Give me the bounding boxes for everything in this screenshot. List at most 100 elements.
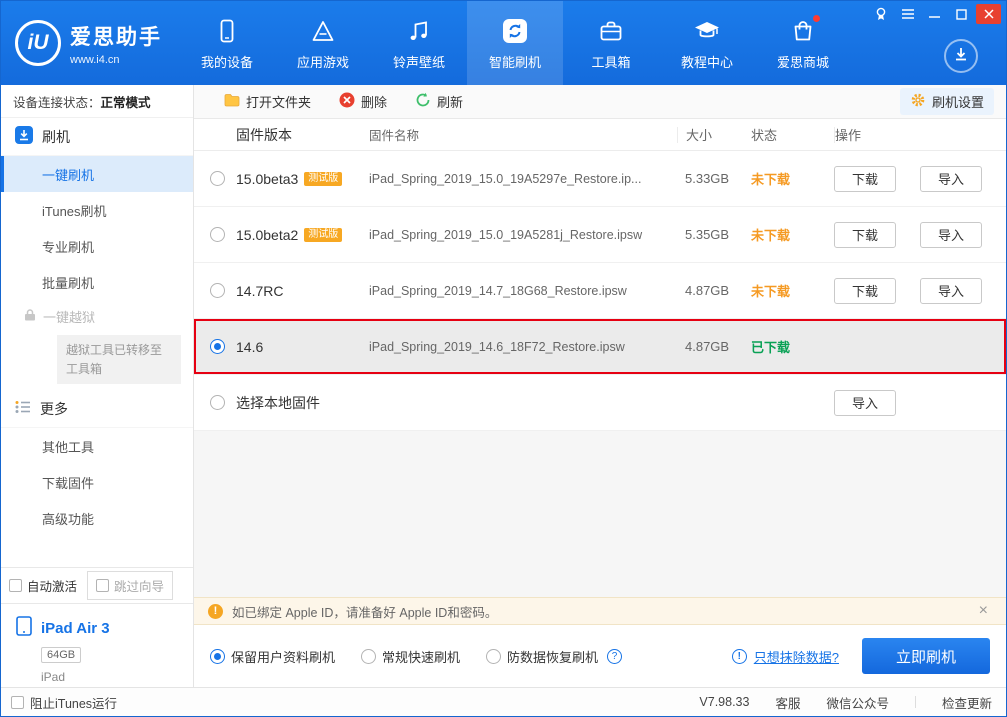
radio-button[interactable]	[210, 227, 225, 242]
status-badge: 未下载	[751, 284, 791, 299]
firmware-name: iPad_Spring_2019_14.7_18G68_Restore.ipsw	[369, 283, 627, 298]
folder-icon	[224, 93, 240, 110]
nav-apps-games[interactable]: 应用游戏	[275, 1, 371, 85]
sidebar-item-other-tools[interactable]: 其他工具	[1, 428, 193, 464]
download-button[interactable]: 下载	[834, 165, 896, 192]
close-icon[interactable]	[976, 4, 1001, 24]
import-button[interactable]: 导入	[920, 277, 982, 304]
tablet-icon	[15, 616, 33, 640]
lock-icon	[24, 308, 36, 324]
sidebar-item-one-click-flash[interactable]: 一键刷机	[1, 156, 193, 192]
gear-icon	[910, 92, 926, 111]
download-button[interactable]: 下载	[834, 277, 896, 304]
device-model: iPad	[41, 670, 66, 684]
sidebar-section-flash: 刷机	[1, 118, 193, 156]
local-firmware-row[interactable]: 选择本地固件 导入	[194, 375, 1006, 431]
connection-status: 设备连接状态： 正常模式	[1, 85, 193, 118]
pin-icon[interactable]	[868, 4, 893, 24]
option-quick-flash[interactable]: 常规快速刷机	[361, 647, 460, 666]
firmware-row-selected[interactable]: 14.6 iPad_Spring_2019_14.6_18F72_Restore…	[194, 319, 1006, 375]
skip-wizard-checkbox[interactable]: 跳过向导	[87, 571, 174, 600]
apple-id-notice: ! 如已绑定 Apple ID，请准备好 Apple ID和密码。 ×	[194, 597, 1006, 625]
maximize-icon[interactable]	[949, 4, 974, 24]
toolbox-icon	[598, 16, 624, 46]
sidebar-item-pro-flash[interactable]: 专业刷机	[1, 228, 193, 264]
flash-refresh-icon	[501, 16, 529, 46]
flash-settings-button[interactable]: 刷机设置	[899, 88, 994, 115]
delete-button[interactable]: 删除	[339, 92, 387, 111]
firmware-version: 15.0beta3	[236, 170, 299, 187]
firmware-version: 15.0beta2	[236, 226, 299, 243]
nav-tutorial-center[interactable]: 教程中心	[659, 1, 755, 85]
status-badge: 未下载	[751, 172, 791, 187]
sidebar-item-batch-flash[interactable]: 批量刷机	[1, 264, 193, 300]
device-capacity-badge: 64GB	[41, 647, 82, 663]
flash-now-button[interactable]: 立即刷机	[862, 638, 990, 674]
delete-icon	[339, 92, 355, 111]
erase-data-link[interactable]: 只想抹除数据?	[754, 647, 839, 666]
nav-toolbox[interactable]: 工具箱	[563, 1, 659, 85]
sidebar: 设备连接状态： 正常模式 刷机 一键刷机 iTunes刷机 专业刷机 批量刷机 一…	[1, 85, 194, 687]
checkbox-icon	[9, 579, 22, 592]
firmware-size: 5.35GB	[685, 227, 730, 242]
import-button[interactable]: 导入	[920, 165, 982, 192]
top-header: iU 爱思助手 www.i4.cn 我的设备 应用游戏 铃声壁纸 智能刷机 工具…	[1, 1, 1006, 85]
firmware-version: 14.6	[236, 338, 264, 355]
sidebar-item-itunes-flash[interactable]: iTunes刷机	[1, 192, 193, 228]
shopping-bag-icon	[790, 14, 820, 46]
local-firmware-label: 选择本地固件	[236, 394, 320, 411]
device-name: iPad Air 3	[15, 616, 179, 640]
header-firmware-name: 固件名称	[369, 129, 420, 143]
firmware-size: 4.87GB	[685, 339, 730, 354]
firmware-row[interactable]: 14.7RC iPad_Spring_2019_14.7_18G68_Resto…	[194, 263, 1006, 319]
app-window: iU 爱思助手 www.i4.cn 我的设备 应用游戏 铃声壁纸 智能刷机 工具…	[0, 0, 1007, 717]
nav-my-devices[interactable]: 我的设备	[179, 1, 275, 85]
firmware-name: iPad_Spring_2019_15.0_19A5297e_Restore.i…	[369, 171, 642, 186]
flash-section-icon	[15, 126, 33, 147]
nav-smart-flash[interactable]: 智能刷机	[467, 1, 563, 85]
divider	[914, 696, 916, 708]
nav-ringtones-wallpapers[interactable]: 铃声壁纸	[371, 1, 467, 85]
option-keep-user-data[interactable]: 保留用户资料刷机	[210, 647, 335, 666]
option-anti-recovery-flash[interactable]: 防数据恢复刷机 ?	[486, 647, 623, 666]
radio-button[interactable]	[210, 283, 225, 298]
sidebar-item-download-firmware[interactable]: 下载固件	[1, 464, 193, 500]
flash-options-bar: 保留用户资料刷机 常规快速刷机 防数据恢复刷机 ? ! 只想抹除数据? 立即刷机	[194, 625, 1006, 687]
radio-button[interactable]	[210, 395, 225, 410]
radio-button[interactable]	[210, 339, 225, 354]
radio-button[interactable]	[210, 171, 225, 186]
check-update-link[interactable]: 检查更新	[942, 693, 992, 712]
version-label: V7.98.33	[699, 695, 750, 709]
notification-dot	[813, 14, 820, 22]
nav-i4-mall[interactable]: 爱思商城	[755, 1, 851, 85]
auto-activate-checkbox[interactable]: 自动激活	[9, 576, 77, 595]
wechat-account-link[interactable]: 微信公众号	[826, 693, 889, 712]
checkbox-icon	[11, 695, 24, 709]
beta-badge: 测试版	[304, 227, 343, 242]
firmware-row[interactable]: 15.0beta2 测试版 iPad_Spring_2019_15.0_19A52…	[194, 207, 1006, 263]
header-status: 状态	[751, 128, 778, 143]
sidebar-item-advanced-features[interactable]: 高级功能	[1, 500, 193, 536]
notice-close-icon[interactable]: ×	[975, 602, 992, 620]
menu-icon[interactable]	[895, 4, 920, 24]
more-list-icon	[15, 400, 31, 417]
table-empty-area	[194, 431, 1006, 597]
import-button[interactable]: 导入	[834, 389, 896, 416]
firmware-row[interactable]: 15.0beta3 测试版 iPad_Spring_2019_15.0_19A52…	[194, 151, 1006, 207]
block-itunes-checkbox[interactable]: 阻止iTunes运行	[11, 693, 117, 712]
main-body: 设备连接状态： 正常模式 刷机 一键刷机 iTunes刷机 专业刷机 批量刷机 一…	[1, 85, 1006, 687]
help-icon[interactable]: ?	[607, 648, 623, 664]
graduation-cap-icon	[693, 16, 721, 46]
firmware-name: iPad_Spring_2019_15.0_19A5281j_Restore.i…	[369, 227, 643, 242]
refresh-button[interactable]: 刷新	[415, 92, 463, 111]
download-button[interactable]: 下载	[834, 221, 896, 248]
sidebar-item-jailbreak[interactable]: 一键越狱	[1, 300, 193, 332]
download-manager-button[interactable]	[944, 39, 978, 73]
customer-service-link[interactable]: 客服	[775, 693, 800, 712]
minimize-icon[interactable]	[922, 4, 947, 24]
app-title: 爱思助手	[70, 25, 162, 49]
import-button[interactable]: 导入	[920, 221, 982, 248]
open-folder-button[interactable]: 打开文件夹	[224, 92, 311, 111]
checkbox-icon	[96, 579, 110, 592]
